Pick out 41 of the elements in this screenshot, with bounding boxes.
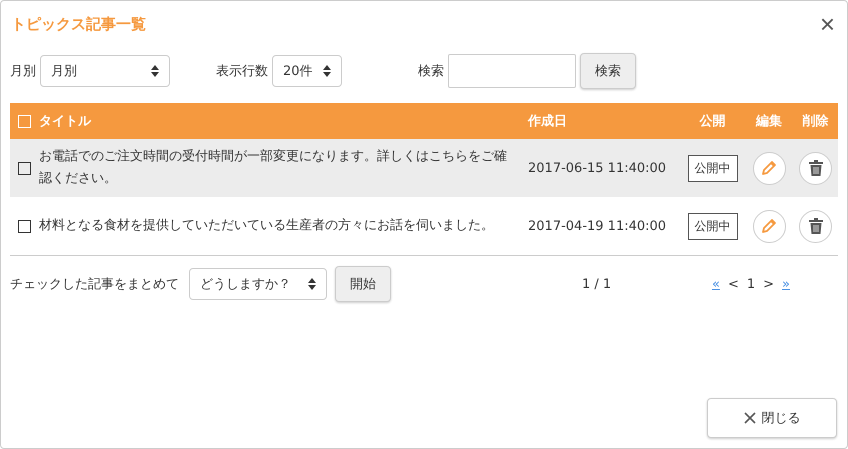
bulk-label: チェックした記事をまとめて: [10, 276, 179, 293]
current-page: 1: [746, 276, 756, 292]
close-dialog-button[interactable]: 閉じる: [707, 398, 837, 438]
pencil-icon: [760, 159, 778, 177]
prev-page: <: [728, 276, 739, 292]
month-select[interactable]: 月別: [40, 55, 170, 87]
rows-select[interactable]: 20件: [272, 55, 342, 87]
search-button[interactable]: 検索: [580, 53, 636, 89]
search-field[interactable]: [448, 54, 576, 88]
column-header: 公開: [700, 113, 726, 130]
trash-icon: [808, 160, 822, 176]
created-date: 2017-06-15 11:40:00: [527, 160, 668, 176]
delete-button[interactable]: [799, 210, 832, 242]
column-header: 編集: [756, 113, 782, 130]
bulk-action-select[interactable]: どうしますか？: [189, 268, 327, 300]
start-button[interactable]: 開始: [335, 266, 391, 302]
column-header: 削除: [802, 113, 828, 130]
page-info: 1 / 1: [582, 276, 612, 292]
sort-caret-icon: [308, 278, 316, 290]
column-header: タイトル: [39, 113, 91, 130]
row-checkbox[interactable]: [18, 220, 31, 232]
close-button[interactable]: ×: [818, 11, 837, 37]
article-title: お電話でのご注文時間の受付時間が一部変更になります。詳しくはこちらをご確認ください。: [39, 148, 508, 188]
delete-button[interactable]: [799, 152, 832, 184]
status-badge: 公開中: [688, 154, 738, 182]
pencil-icon: [760, 217, 778, 235]
created-date: 2017-04-19 11:40:00: [527, 218, 668, 234]
next-page: >: [763, 276, 774, 292]
column-header: 作成日: [526, 113, 568, 130]
dialog-title: トピックス記事一覧: [11, 14, 146, 34]
rows-label: 表示行数: [216, 63, 268, 80]
month-label: 月別: [10, 63, 36, 80]
trash-icon: [808, 218, 822, 234]
select-all-checkbox[interactable]: [18, 114, 31, 128]
sort-caret-icon: [323, 65, 331, 77]
sort-caret-icon: [151, 65, 159, 77]
row-checkbox[interactable]: [18, 162, 31, 174]
status-badge: 公開中: [688, 212, 738, 240]
search-label: 検索: [418, 63, 444, 80]
article-title: 材料となる食材を提供していただいている生産者の方々にお話を伺いました。: [39, 217, 494, 235]
close-icon: [744, 412, 756, 424]
